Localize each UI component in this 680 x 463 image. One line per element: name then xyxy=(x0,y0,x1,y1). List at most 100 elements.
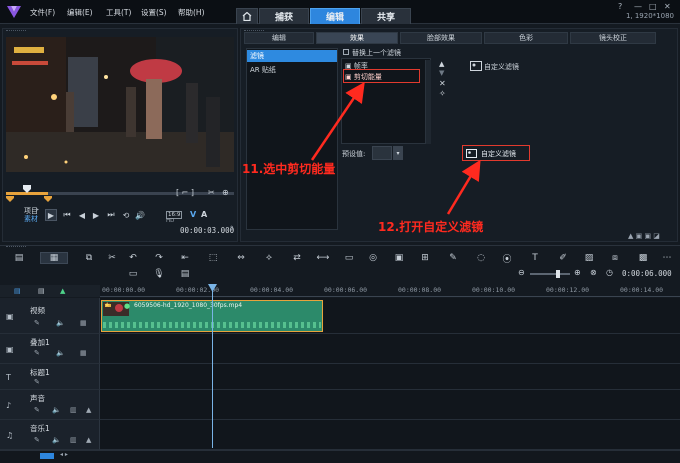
tab-edit-options[interactable]: 编辑 xyxy=(244,32,314,44)
paint-icon[interactable]: ✐ xyxy=(556,252,570,264)
track-voice-lane[interactable] xyxy=(0,390,680,420)
keyframe-icon[interactable]: ⟡ xyxy=(262,252,276,264)
overlay-lock-icon[interactable]: ▦ xyxy=(80,349,87,357)
tab-edit[interactable]: 编辑 xyxy=(310,8,360,24)
timecode-display[interactable]: 00:00:03.000 xyxy=(180,226,234,235)
title-edit-icon[interactable]: ✎ xyxy=(34,378,40,386)
zoom-in-icon[interactable]: ⊕ xyxy=(574,268,581,277)
scroll-arrows-icon[interactable]: ◂ ▸ xyxy=(60,451,68,458)
path-icon[interactable]: ◌ xyxy=(474,252,488,264)
track-overlay-lane[interactable] xyxy=(0,334,680,364)
more-tools-icon[interactable]: ⋯ xyxy=(660,252,674,264)
music-edit-icon[interactable]: ✎ xyxy=(34,436,40,444)
v-toggle-icon[interactable]: V xyxy=(190,210,196,219)
track-lock-icon[interactable]: ▦ xyxy=(80,319,87,327)
clip-label[interactable]: 素材 xyxy=(24,214,38,224)
voice-audio-icon[interactable]: 🔈 xyxy=(52,406,61,414)
music-wave-icon[interactable]: ▥ xyxy=(70,436,77,444)
subtitle-icon[interactable]: ▨ xyxy=(582,252,596,264)
grid-icon[interactable]: ⊞ xyxy=(418,252,432,264)
title-tool-icon[interactable]: ▣ xyxy=(392,252,406,264)
move-down-icon[interactable]: ▼ xyxy=(439,69,444,77)
speed-icon[interactable]: ⟷ xyxy=(316,252,330,264)
overlay-audio-icon[interactable]: 🔈 xyxy=(56,349,65,357)
redo-icon[interactable]: ↷ xyxy=(152,252,166,264)
blend-icon[interactable]: ◎ xyxy=(366,252,380,264)
list-item-ar-stickers[interactable]: AR 贴纸 xyxy=(247,64,337,76)
preset-dropdown-arrow-icon[interactable]: ▾ xyxy=(393,146,403,160)
music-fx-icon[interactable]: ▲ xyxy=(86,436,91,444)
gif-icon[interactable]: ▩ xyxy=(636,252,650,264)
toolbar-grip[interactable] xyxy=(6,246,26,249)
filter-settings-icon[interactable]: ✧ xyxy=(439,89,446,98)
next-frame-button[interactable]: ▶ xyxy=(90,209,102,221)
track-audio-icon[interactable]: 🔈 xyxy=(56,319,65,327)
timecode-stepper-icon[interactable]: ⇕ xyxy=(229,225,234,232)
timeline-scroll-area[interactable] xyxy=(0,450,680,463)
stretch-icon[interactable]: ⇔ xyxy=(234,252,248,264)
home-tab[interactable] xyxy=(236,8,258,24)
menu-tools[interactable]: 工具(T) xyxy=(106,7,131,18)
track-title-header[interactable] xyxy=(0,364,100,390)
panel-options-icons[interactable]: ▲ ▣ ▣ ◪ xyxy=(628,232,660,240)
maximize-icon[interactable]: □ xyxy=(649,2,657,11)
prev-frame-button[interactable]: ◀ xyxy=(76,209,88,221)
zoom-slider[interactable] xyxy=(530,273,570,275)
chapter-point-icon[interactable]: ▤ xyxy=(38,287,45,295)
split-icon[interactable]: ✂ xyxy=(208,188,215,197)
tab-lens-correction[interactable]: 镜头校正 xyxy=(570,32,656,44)
track-voice-header[interactable] xyxy=(0,390,100,420)
chapter-icon[interactable]: ▤ xyxy=(178,268,192,280)
go-end-button[interactable]: ⏭ xyxy=(105,209,117,221)
timeline-scroll-thumb[interactable] xyxy=(40,453,54,459)
track-title-lane[interactable] xyxy=(0,364,680,390)
replace-filter-checkbox[interactable]: 替换上一个滤镜 xyxy=(343,48,401,58)
scrub-handle-icon[interactable] xyxy=(22,184,32,194)
trim-end-icon[interactable] xyxy=(44,196,52,202)
mark-in-out-icon[interactable]: [ ⌐ ] xyxy=(176,188,194,197)
close-icon[interactable]: ✕ xyxy=(664,2,671,11)
voice-edit-icon[interactable]: ✎ xyxy=(34,406,40,414)
remove-filter-icon[interactable]: ✕ xyxy=(439,79,446,88)
list-item-filters[interactable]: 滤镜 xyxy=(247,50,337,62)
overlay-edit-icon[interactable]: ✎ xyxy=(34,349,40,357)
tab-capture[interactable]: 捕获 xyxy=(259,8,309,24)
menu-help[interactable]: 帮助(H) xyxy=(178,7,205,18)
storyboard-view-icon[interactable]: ▤ xyxy=(12,252,26,264)
tab-face-effects[interactable]: 脸部效果 xyxy=(400,32,482,44)
undo-icon[interactable]: ↶ xyxy=(126,252,140,264)
zoom-timecode[interactable]: 0:00:06.000 xyxy=(622,269,672,278)
crop-icon[interactable]: ⬚ xyxy=(206,252,220,264)
record-audio-icon[interactable]: 🎙 xyxy=(152,268,166,280)
playhead[interactable] xyxy=(212,290,213,448)
trim-start-icon[interactable] xyxy=(6,196,14,202)
fit-project-icon[interactable]: ⊗ xyxy=(590,268,597,277)
music-audio-icon[interactable]: 🔈 xyxy=(52,436,61,444)
tab-share[interactable]: 共享 xyxy=(361,8,411,24)
menu-settings[interactable]: 设置(S) xyxy=(141,7,167,18)
motion-icon[interactable]: ⇄ xyxy=(290,252,304,264)
transition-icon[interactable]: ⧈ xyxy=(608,252,622,264)
filter-list-scrollbar[interactable] xyxy=(425,60,431,144)
menu-file[interactable]: 文件(F) xyxy=(30,7,55,18)
a-toggle-icon[interactable]: A xyxy=(201,210,207,219)
go-start-button[interactable]: ⏮ xyxy=(61,209,73,221)
menu-edit[interactable]: 编辑(E) xyxy=(67,7,93,18)
checkbox-icon[interactable] xyxy=(343,49,349,55)
voice-wave-icon[interactable]: ▥ xyxy=(70,406,77,414)
custom-filter-top-icon[interactable] xyxy=(470,61,482,71)
custom-filter-top-label[interactable]: 自定义滤镜 xyxy=(484,62,519,72)
multitrack-icon[interactable]: ⧉ xyxy=(82,252,96,264)
tab-effects[interactable]: 效果 xyxy=(316,32,398,44)
effect-tool-icon[interactable]: ✎ xyxy=(446,252,460,264)
repeat-button[interactable]: ⟲ xyxy=(120,209,132,221)
timeline-view-icon[interactable]: ▦ xyxy=(40,252,68,264)
zoom-slider-thumb[interactable] xyxy=(556,270,560,278)
track-manager-icon[interactable]: ▤ xyxy=(14,287,21,295)
stabilize-icon[interactable]: ⦿ xyxy=(500,252,514,265)
edit-tool-icon[interactable]: ✂ xyxy=(105,252,119,264)
text-icon[interactable]: T xyxy=(528,252,542,264)
zoom-out-icon[interactable]: ⊖ xyxy=(518,268,525,277)
help-icon[interactable]: ? xyxy=(618,2,622,11)
tab-color[interactable]: 色彩 xyxy=(484,32,568,44)
